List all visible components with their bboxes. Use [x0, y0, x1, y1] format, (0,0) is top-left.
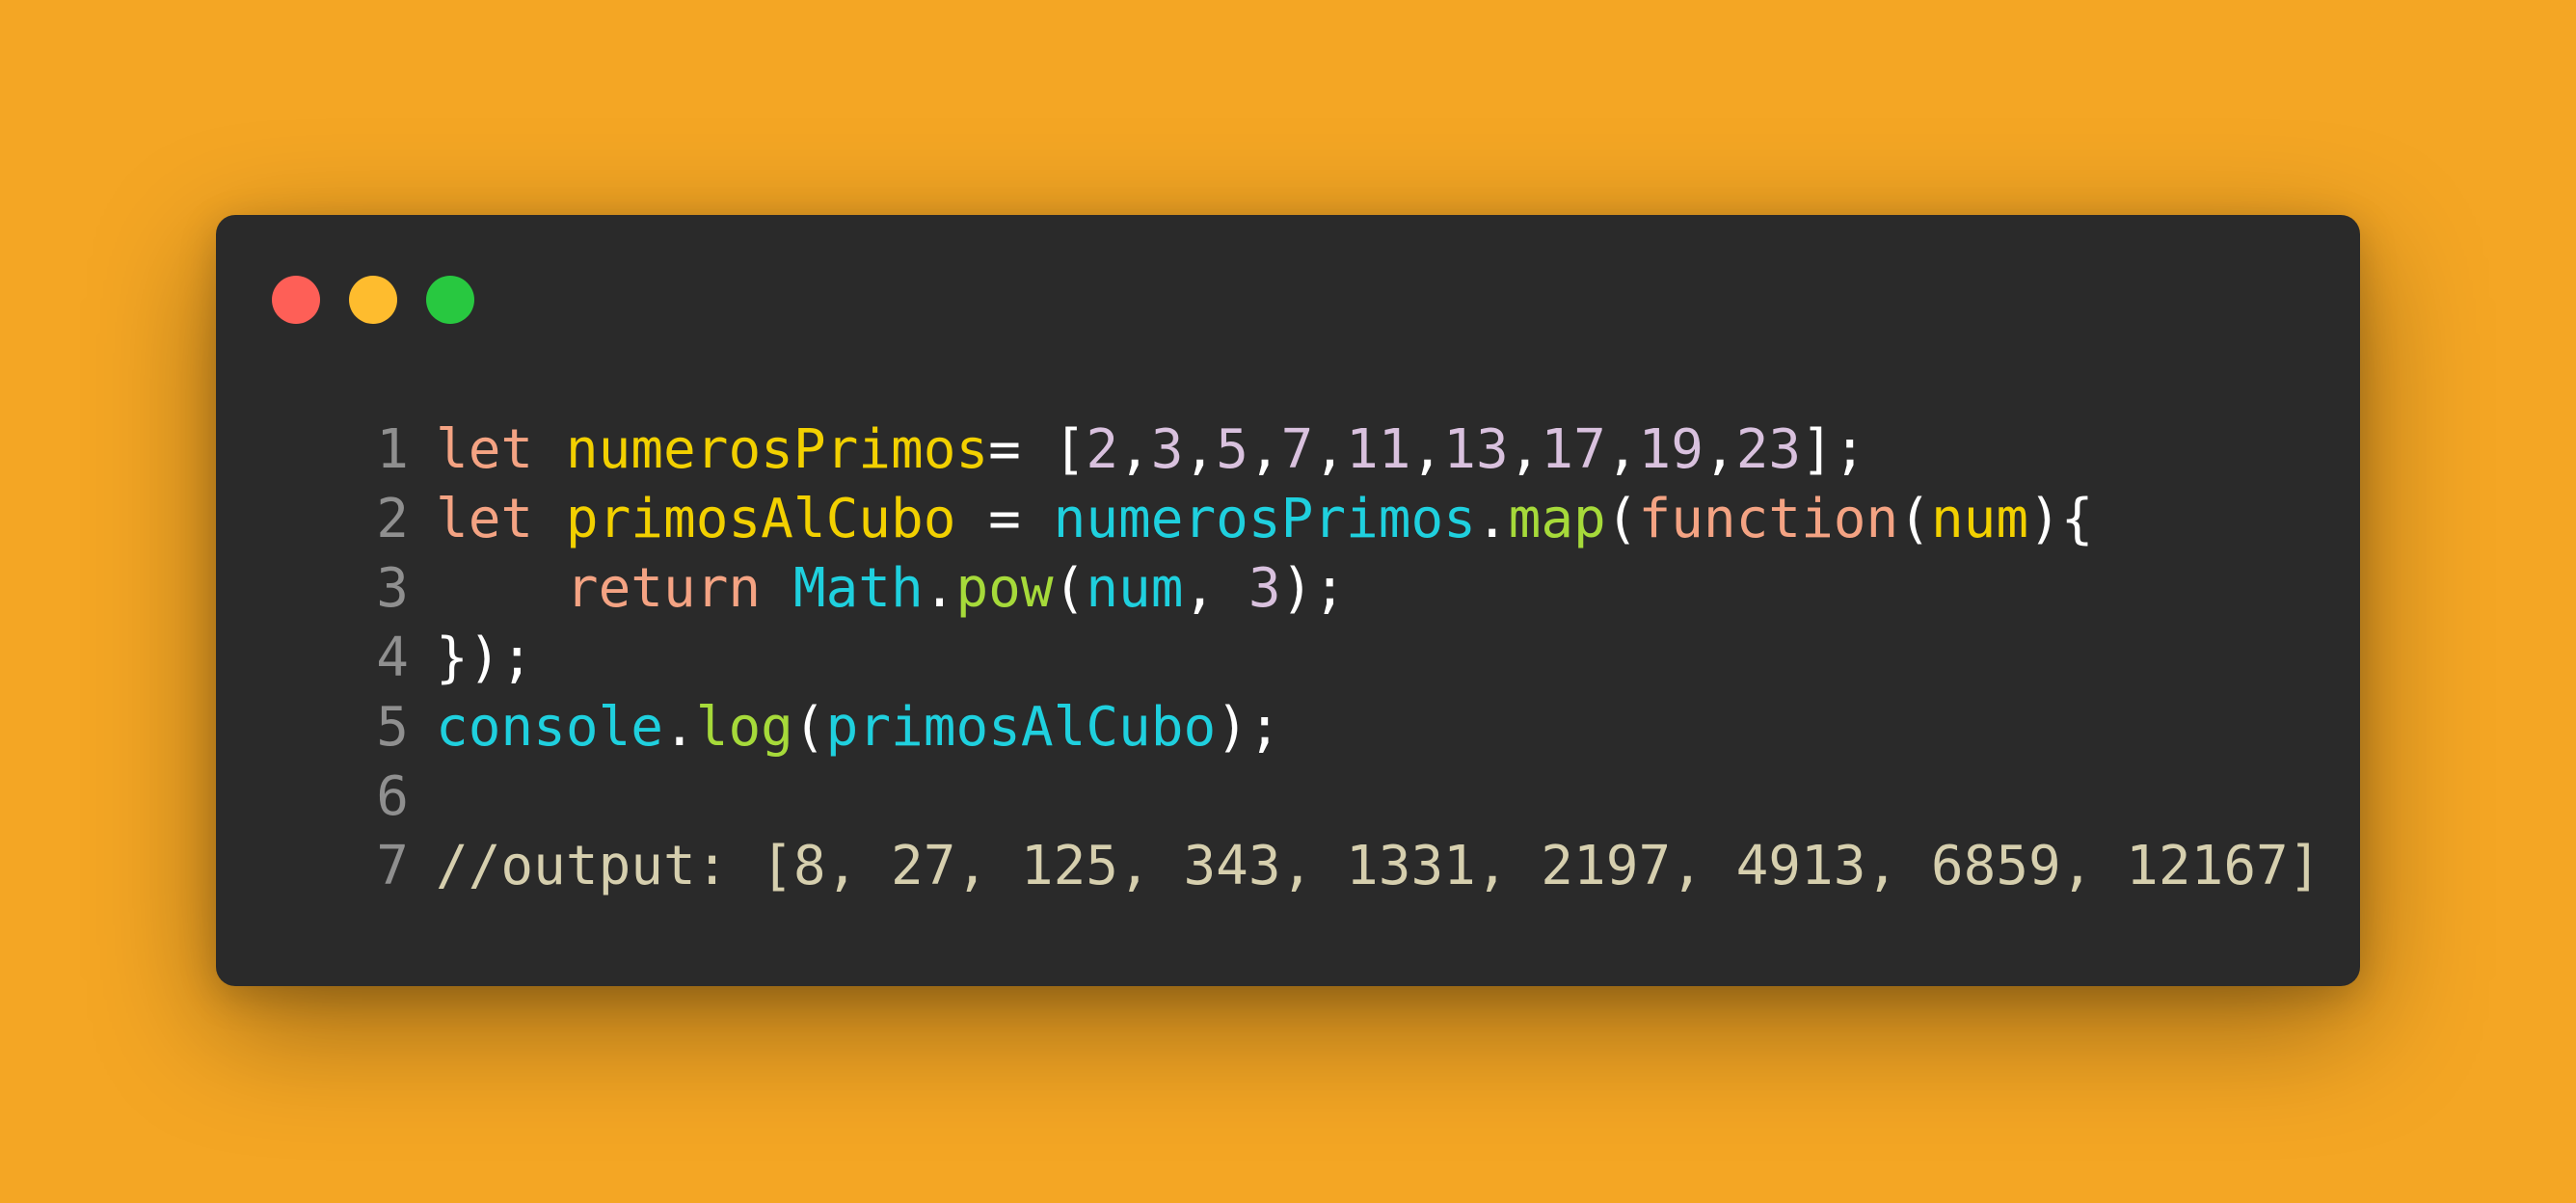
code-token-punctuation — [436, 557, 566, 620]
code-token-punctuation: , — [1118, 418, 1151, 481]
code-token-punctuation: , — [1508, 418, 1542, 481]
code-token-punctuation — [533, 418, 566, 481]
code-token-punctuation: , — [1313, 418, 1347, 481]
code-token-punctuation: . — [923, 557, 956, 620]
line-number: 4 — [376, 627, 409, 689]
code-token-punctuation: ( — [792, 696, 826, 759]
code-token-punctuation: , — [1183, 418, 1217, 481]
code-token-number: 7 — [1280, 418, 1314, 481]
code-token-keyword: return — [565, 557, 762, 620]
code-token-number: 13 — [1443, 418, 1509, 481]
code-token-method: pow — [955, 557, 1054, 620]
code-token-number: 3 — [1248, 557, 1281, 620]
code-token-number: 11 — [1346, 418, 1411, 481]
code-token-punctuation: , — [1248, 418, 1281, 481]
code-token-keyword: function — [1638, 488, 1899, 550]
code-token-number: 19 — [1638, 418, 1704, 481]
code-token-number: 5 — [1216, 418, 1248, 481]
code-token-punctuation: = — [955, 488, 1054, 550]
code-token-method: log — [695, 696, 793, 759]
code-token-punctuation: ( — [1605, 488, 1639, 550]
code-token-identifier: num — [1086, 557, 1184, 620]
code-token-identifier: primosAlCubo — [825, 696, 1217, 759]
code-window: 1 let numerosPrimos= [2,3,5,7,11,13,17,19… — [216, 215, 2360, 986]
code-line[interactable]: 1 let numerosPrimos= [2,3,5,7,11,13,17,19… — [330, 415, 2321, 485]
code-token-punctuation: ( — [1053, 557, 1087, 620]
code-token-identifier: console — [436, 696, 664, 759]
code-token-punctuation: ); — [1280, 557, 1347, 620]
zoom-button[interactable] — [426, 276, 474, 324]
code-line[interactable]: 3 return Math.pow(num, 3); — [330, 554, 2321, 624]
code-line[interactable]: 5 console.log(primosAlCubo); — [330, 693, 2321, 762]
code-token-punctuation: ]; — [1801, 418, 1866, 481]
code-token-punctuation — [533, 488, 566, 550]
close-button[interactable] — [272, 276, 320, 324]
code-token-number: 17 — [1541, 418, 1606, 481]
minimize-button[interactable] — [349, 276, 397, 324]
code-token-punctuation: ){ — [2028, 488, 2094, 550]
code-token-variable: numerosPrimos — [565, 418, 989, 481]
code-line[interactable]: 7 //output: [8, 27, 125, 343, 1331, 2197,… — [330, 832, 2321, 901]
code-token-punctuation: , — [1605, 418, 1639, 481]
code-token-variable: num — [1930, 488, 2029, 550]
code-token-keyword: let — [436, 488, 534, 550]
line-number: 2 — [376, 488, 409, 550]
code-token-comment: //output: [8, 27, 125, 343, 1331, 2197, … — [436, 835, 2321, 897]
code-editor[interactable]: 1 let numerosPrimos= [2,3,5,7,11,13,17,19… — [330, 415, 2321, 901]
code-token-punctuation: ( — [1898, 488, 1931, 550]
line-number: 1 — [376, 418, 409, 481]
code-token-keyword: let — [436, 418, 534, 481]
code-token-number: 23 — [1735, 418, 1802, 481]
code-token-identifier: Math — [792, 557, 924, 620]
line-number: 3 — [376, 557, 409, 620]
code-token-punctuation: , — [1703, 418, 1736, 481]
code-token-number: 2 — [1086, 418, 1119, 481]
line-number: 6 — [376, 765, 409, 828]
code-token-punctuation: , — [1410, 418, 1444, 481]
code-token-punctuation: , — [1183, 557, 1248, 620]
code-token-variable: primosAlCubo — [565, 488, 956, 550]
code-token-number: 3 — [1150, 418, 1184, 481]
code-token-identifier: numerosPrimos — [1053, 488, 1476, 550]
code-line[interactable]: 4}); — [330, 624, 2321, 693]
code-token-punctuation: . — [663, 696, 696, 759]
code-token-punctuation — [761, 557, 793, 620]
code-token-punctuation: ); — [1216, 696, 1281, 759]
code-line[interactable]: 6 — [330, 762, 2321, 832]
code-line[interactable]: 2 let primosAlCubo = numerosPrimos.map(fu… — [330, 485, 2321, 554]
code-token-punctuation: . — [1475, 488, 1509, 550]
code-token-punctuation: }); — [436, 627, 534, 689]
code-token-method: map — [1508, 488, 1606, 550]
line-number: 7 — [376, 835, 409, 897]
line-number: 5 — [376, 696, 409, 759]
code-token-punctuation: = [ — [988, 418, 1087, 481]
